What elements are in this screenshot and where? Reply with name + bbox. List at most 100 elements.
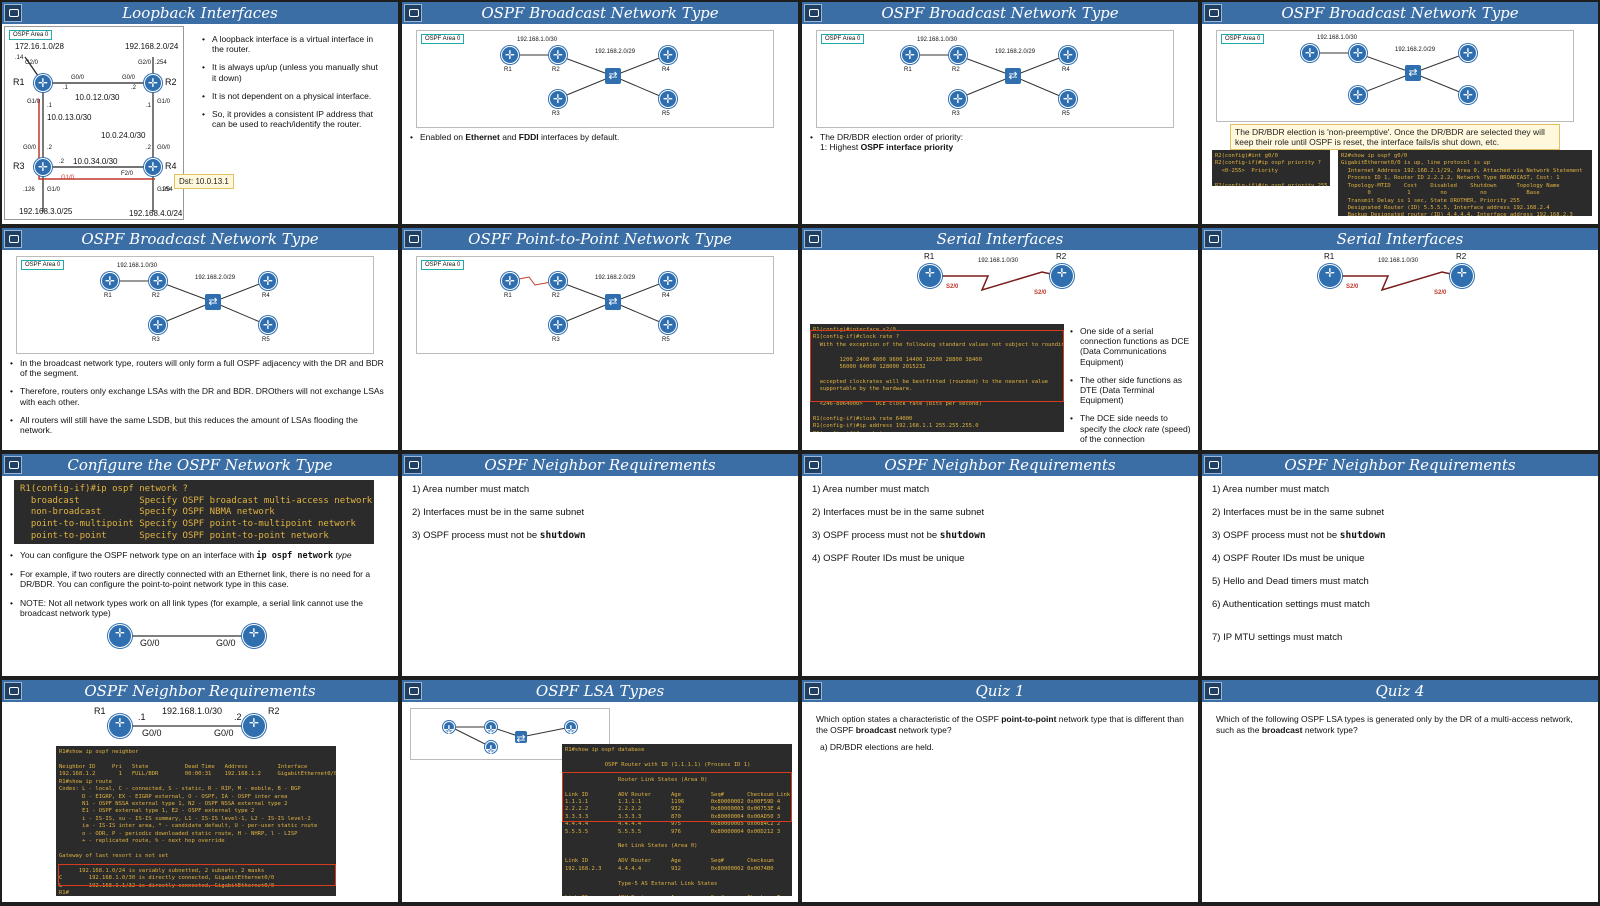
router-r1-icon[interactable] bbox=[34, 74, 52, 92]
switch-icon[interactable] bbox=[605, 294, 621, 310]
slide-header: OSPF Neighbor Requirements bbox=[1202, 454, 1598, 476]
logo-icon bbox=[404, 682, 422, 700]
slide-header: OSPF Broadcast Network Type bbox=[402, 2, 798, 24]
slide-serial-interfaces-2[interactable]: Serial Interfaces R1 R2 192.168.1.0/30 S… bbox=[1202, 228, 1598, 450]
router-icon[interactable] bbox=[501, 272, 519, 290]
router-icon[interactable] bbox=[485, 741, 497, 759]
router-icon[interactable] bbox=[901, 46, 919, 64]
switch-icon[interactable] bbox=[205, 294, 221, 310]
slide-quiz-1[interactable]: Quiz 1 Which option states a characteris… bbox=[802, 680, 1198, 902]
router-r3-icon[interactable] bbox=[34, 158, 52, 176]
slide-grid: Loopback Interfaces OSPF Area 0 ✛ ✛ ✛ ✛ … bbox=[0, 0, 1600, 906]
logo-icon bbox=[404, 456, 422, 474]
router-icon[interactable] bbox=[659, 316, 677, 334]
router-icon[interactable] bbox=[1301, 44, 1319, 62]
slide-ospf-broadcast-3[interactable]: OSPF Broadcast Network Type OSPF Area 0 … bbox=[1202, 2, 1598, 224]
router-icon[interactable] bbox=[1059, 46, 1077, 64]
slide-ospf-broadcast-1[interactable]: OSPF Broadcast Network Type OSPF Area 0 … bbox=[402, 2, 798, 224]
net-label: 192.168.1.0/30 bbox=[917, 37, 958, 43]
slide-title: OSPF Point-to-Point Network Type bbox=[468, 230, 732, 248]
router-r1-icon[interactable] bbox=[918, 264, 942, 288]
slide-ospf-lsa-types[interactable]: OSPF LSA Types R1#show ip ospf database … bbox=[402, 680, 798, 902]
switch-icon[interactable] bbox=[1005, 68, 1021, 84]
router-icon[interactable] bbox=[485, 721, 497, 739]
router-label: R3 bbox=[552, 111, 560, 117]
slide-title: OSPF LSA Types bbox=[535, 682, 665, 700]
router-icon[interactable] bbox=[259, 272, 277, 290]
if-label: .2 bbox=[59, 159, 65, 165]
r1-label: R1 bbox=[924, 252, 935, 261]
router-icon[interactable] bbox=[549, 90, 567, 108]
net-label: 10.0.12.0/30 bbox=[75, 93, 120, 102]
slide-neighbor-requirements-2[interactable]: OSPF Neighbor Requirements 1) Area numbe… bbox=[802, 454, 1198, 676]
router-icon[interactable] bbox=[659, 90, 677, 108]
router-icon[interactable] bbox=[1349, 86, 1367, 104]
net-label: 192.168.4.0/24 bbox=[129, 209, 183, 218]
router-icon[interactable] bbox=[1349, 44, 1367, 62]
router-icon[interactable] bbox=[501, 46, 519, 64]
router-icon[interactable] bbox=[549, 316, 567, 334]
router-r4-icon[interactable] bbox=[144, 158, 162, 176]
if-label: .254 bbox=[161, 187, 173, 193]
router-icon[interactable] bbox=[259, 316, 277, 334]
bullet-item: A loopback interface is a virtual interf… bbox=[202, 34, 382, 54]
slide-ospf-broadcast-4[interactable]: OSPF Broadcast Network Type OSPF Area 0 … bbox=[2, 228, 398, 450]
switch-icon[interactable] bbox=[1405, 65, 1421, 81]
router-icon[interactable] bbox=[149, 272, 167, 290]
slide-ospf-broadcast-2[interactable]: OSPF Broadcast Network Type OSPF Area 0 … bbox=[802, 2, 1198, 224]
slide-neighbor-requirements-4[interactable]: OSPF Neighbor Requirements R1 R2 192.168… bbox=[2, 680, 398, 902]
net-label: 192.168.1.0/30 bbox=[1317, 35, 1358, 41]
quiz-answer-a[interactable]: a) DR/BDR elections are held. bbox=[820, 742, 934, 753]
router-r2-icon[interactable] bbox=[242, 714, 266, 738]
router-icon[interactable] bbox=[101, 272, 119, 290]
if-label: F2/0 bbox=[121, 171, 134, 177]
router-r2-icon[interactable] bbox=[1450, 264, 1474, 288]
router-r1-icon[interactable] bbox=[108, 714, 132, 738]
if-label: .254 bbox=[155, 60, 167, 66]
slide-ospf-point-to-point[interactable]: OSPF Point-to-Point Network Type OSPF Ar… bbox=[402, 228, 798, 450]
router-icon[interactable] bbox=[565, 721, 577, 739]
router-icon[interactable] bbox=[549, 272, 567, 290]
slide-title: OSPF Broadcast Network Type bbox=[1281, 4, 1519, 22]
if-label: G1/0 bbox=[157, 99, 171, 105]
router-icon[interactable] bbox=[549, 46, 567, 64]
switch-icon[interactable] bbox=[605, 68, 621, 84]
slide-header: OSPF LSA Types bbox=[402, 680, 798, 702]
router-label: R1 bbox=[504, 293, 512, 299]
requirement-item: 3) OSPF process must not be shutdown bbox=[1212, 530, 1386, 541]
router-icon[interactable] bbox=[1459, 86, 1477, 104]
requirement-item: 4) OSPF Router IDs must be unique bbox=[1212, 553, 1365, 564]
net-label: 192.168.2.0/29 bbox=[595, 275, 636, 281]
switch-icon[interactable] bbox=[515, 731, 527, 747]
logo-icon bbox=[404, 4, 422, 22]
router-icon[interactable] bbox=[108, 624, 132, 648]
network-diagram: OSPF Area 0 192.168.1.0/30 192.168.2.0/2… bbox=[816, 30, 1174, 128]
slide-quiz-4[interactable]: Quiz 4 Which of the following OSPF LSA t… bbox=[1202, 680, 1598, 902]
bullet-item: One side of a serial connection function… bbox=[1070, 326, 1194, 367]
r4-label: R4 bbox=[165, 161, 177, 171]
router-label: R5 bbox=[1062, 111, 1070, 117]
router-icon[interactable] bbox=[949, 90, 967, 108]
logo-icon bbox=[4, 230, 22, 248]
router-label: R1 bbox=[504, 67, 512, 73]
router-icon[interactable] bbox=[1059, 90, 1077, 108]
router-icon[interactable] bbox=[659, 272, 677, 290]
router-r2-icon[interactable] bbox=[144, 74, 162, 92]
router-label: R2 bbox=[552, 67, 560, 73]
requirements-list: 1) Area number must match 2) Interfaces … bbox=[812, 484, 986, 576]
bullet-item: It is always up/up (unless you manually … bbox=[202, 62, 382, 82]
router-icon[interactable] bbox=[659, 46, 677, 64]
slide-neighbor-requirements-3[interactable]: OSPF Neighbor Requirements 1) Area numbe… bbox=[1202, 454, 1598, 676]
slide-configure-ospf-network-type[interactable]: Configure the OSPF Network Type R1(confi… bbox=[2, 454, 398, 676]
slide-loopback-interfaces[interactable]: Loopback Interfaces OSPF Area 0 ✛ ✛ ✛ ✛ … bbox=[2, 2, 398, 224]
router-r2-icon[interactable] bbox=[1050, 264, 1074, 288]
router-r1-icon[interactable] bbox=[1318, 264, 1342, 288]
net-label: 192.168.1.0/30 bbox=[1378, 258, 1419, 264]
router-icon[interactable] bbox=[149, 316, 167, 334]
slide-serial-interfaces-1[interactable]: Serial Interfaces R1 R2 192.168.1.0/30 S… bbox=[802, 228, 1198, 450]
router-icon[interactable] bbox=[949, 46, 967, 64]
router-icon[interactable] bbox=[443, 721, 455, 739]
router-icon[interactable] bbox=[1459, 44, 1477, 62]
slide-neighbor-requirements-1[interactable]: OSPF Neighbor Requirements 1) Area numbe… bbox=[402, 454, 798, 676]
router-icon[interactable] bbox=[242, 624, 266, 648]
